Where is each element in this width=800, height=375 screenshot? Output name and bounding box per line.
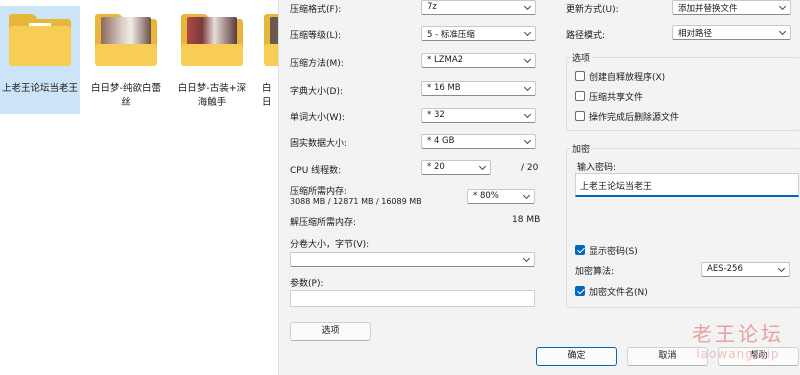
chevron-down-icon bbox=[478, 163, 487, 172]
delete-after-label: 操作完成后删除源文件 bbox=[589, 113, 680, 123]
options-button[interactable]: 选项 bbox=[290, 322, 371, 341]
create-sfx-checkbox[interactable] bbox=[575, 71, 585, 81]
chevron-down-icon bbox=[778, 28, 787, 37]
encryption-method-select[interactable]: AES-256 bbox=[701, 262, 790, 277]
compress-shared-label: 压缩共享文件 bbox=[589, 93, 644, 103]
solid-block-select[interactable]: * 4 GB bbox=[421, 134, 536, 149]
chevron-down-icon bbox=[523, 29, 532, 38]
folder-name: 白日梦-古装+深海触手 bbox=[177, 83, 247, 108]
word-size-label: 单词大小(W): bbox=[290, 113, 345, 123]
cpu-threads-label: CPU 线程数: bbox=[290, 166, 342, 176]
show-password-checkbox[interactable] bbox=[575, 245, 585, 255]
add-to-archive-dialog: 压缩格式(F): 7z 压缩等级(L): 5 - 标准压缩 压缩方法(M): *… bbox=[278, 0, 800, 375]
password-label: 输入密码: bbox=[577, 163, 617, 173]
archive-format-select[interactable]: 7z bbox=[421, 0, 536, 15]
memory-decompress-value: 18 MB bbox=[512, 215, 541, 225]
chevron-down-icon bbox=[777, 265, 786, 274]
ok-button[interactable]: 确定 bbox=[536, 347, 617, 366]
word-size-select[interactable]: * 32 bbox=[421, 108, 536, 123]
compression-level-select[interactable]: 5 - 标准压缩 bbox=[421, 26, 536, 41]
update-mode-label: 更新方式(U): bbox=[566, 5, 619, 15]
create-sfx-label: 创建自释放程序(X) bbox=[589, 73, 666, 83]
compression-level-label: 压缩等级(L): bbox=[290, 31, 342, 41]
chevron-down-icon bbox=[523, 111, 532, 120]
folder-item[interactable]: 上老王论坛当老王 bbox=[0, 6, 80, 114]
path-mode-select[interactable]: 相对路径 bbox=[672, 25, 791, 40]
folder-item[interactable]: 白日 bbox=[258, 6, 278, 114]
cancel-button[interactable]: 取消 bbox=[627, 347, 708, 366]
encrypt-names-checkbox[interactable] bbox=[575, 286, 585, 296]
password-input[interactable]: 上老王论坛当老王 bbox=[575, 173, 799, 197]
folder-thumbnail-icon bbox=[181, 14, 243, 66]
dictionary-size-select[interactable]: * 16 MB bbox=[421, 81, 536, 96]
options-group-title: 选项 bbox=[570, 51, 593, 64]
chevron-down-icon bbox=[523, 84, 532, 93]
folder-name: 白日 bbox=[262, 83, 272, 108]
parameters-input[interactable] bbox=[290, 290, 535, 307]
solid-block-label: 固实数据大小: bbox=[290, 139, 348, 149]
folder-thumbnail-icon bbox=[264, 14, 278, 66]
encryption-method-label: 加密算法: bbox=[575, 267, 615, 277]
chevron-down-icon bbox=[523, 56, 532, 65]
delete-after-checkbox[interactable] bbox=[575, 111, 585, 121]
compression-method-select[interactable]: * LZMA2 bbox=[421, 53, 536, 68]
memory-decompress-label: 解压缩所需内存: bbox=[290, 218, 357, 228]
memory-compress-detail: 3088 MB / 12871 MB / 16089 MB bbox=[290, 197, 422, 206]
encrypt-names-label: 加密文件名(N) bbox=[589, 288, 648, 298]
parameters-label: 参数(P): bbox=[290, 279, 324, 289]
memory-compress-label: 压缩所需内存: bbox=[290, 187, 348, 197]
chevron-down-icon bbox=[522, 255, 531, 264]
chevron-down-icon bbox=[523, 3, 532, 12]
folder-thumbnail-icon bbox=[95, 14, 157, 66]
folder-name: 白日梦-纯欲白蕾丝 bbox=[91, 83, 161, 108]
path-mode-label: 路径模式: bbox=[566, 31, 606, 41]
cpu-threads-select[interactable]: * 20 bbox=[421, 160, 491, 175]
cpu-threads-max: / 20 bbox=[521, 163, 539, 173]
encryption-group-title: 加密 bbox=[570, 142, 593, 155]
update-mode-select[interactable]: 添加并替换文件 bbox=[672, 0, 791, 15]
chevron-down-icon bbox=[778, 3, 787, 12]
compress-shared-checkbox[interactable] bbox=[575, 91, 585, 101]
help-button[interactable]: 帮助 bbox=[718, 347, 799, 366]
compression-method-label: 压缩方法(M): bbox=[290, 59, 344, 69]
folder-item[interactable]: 白日梦-古装+深海触手 bbox=[172, 6, 252, 114]
file-explorer: 上老王论坛当老王 白日梦-纯欲白蕾丝 白日梦-古装+深海触手 白日 bbox=[0, 0, 278, 375]
folder-icon bbox=[9, 14, 71, 66]
archive-format-label: 压缩格式(F): bbox=[290, 5, 342, 15]
memory-usage-select[interactable]: * 80% bbox=[467, 189, 535, 204]
chevron-down-icon bbox=[523, 137, 532, 146]
split-volumes-label: 分卷大小，字节(V): bbox=[290, 240, 370, 250]
chevron-down-icon bbox=[522, 192, 531, 201]
folder-name: 上老王论坛当老王 bbox=[2, 83, 79, 94]
folder-item[interactable]: 白日梦-纯欲白蕾丝 bbox=[86, 6, 166, 114]
show-password-label: 显示密码(S) bbox=[589, 247, 638, 257]
split-volumes-combo[interactable] bbox=[290, 252, 535, 267]
dictionary-size-label: 字典大小(D): bbox=[290, 87, 343, 97]
